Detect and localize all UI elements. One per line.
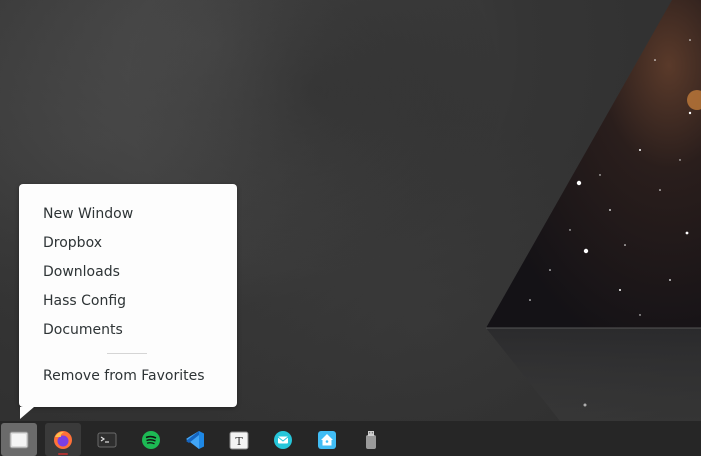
terminal-icon <box>97 432 117 447</box>
dock-vscode-app[interactable] <box>177 423 213 456</box>
usb-drive-icon <box>366 430 376 449</box>
dock-mail-app[interactable] <box>265 423 301 456</box>
firefox-icon <box>54 430 72 449</box>
dock-files-app[interactable] <box>1 423 37 456</box>
mail-icon <box>274 430 292 449</box>
dock-home-assistant-app[interactable] <box>309 423 345 456</box>
desktop-background: New Window Dropbox Downloads Hass Config… <box>0 0 701 456</box>
menu-item-downloads[interactable]: Downloads <box>19 258 237 287</box>
files-icon <box>9 431 29 448</box>
running-indicator <box>58 453 68 455</box>
menu-item-hass-config[interactable]: Hass Config <box>19 287 237 316</box>
dock-usb-drive[interactable] <box>353 423 389 456</box>
spotify-icon <box>142 430 160 449</box>
menu-separator <box>107 353 147 354</box>
dock-spotify-app[interactable] <box>133 423 169 456</box>
menu-pointer-arrow <box>20 407 34 419</box>
menu-item-new-window[interactable]: New Window <box>19 200 237 229</box>
menu-item-documents[interactable]: Documents <box>19 316 237 345</box>
menu-item-remove-from-favorites[interactable]: Remove from Favorites <box>19 362 237 391</box>
vscode-icon <box>186 430 204 449</box>
files-context-menu: New Window Dropbox Downloads Hass Config… <box>19 184 237 419</box>
dock-typora-app[interactable]: T <box>221 423 257 456</box>
svg-text:T: T <box>235 435 243 448</box>
home-assistant-icon <box>318 430 336 449</box>
typora-icon: T <box>229 431 249 449</box>
dock-firefox-app[interactable] <box>45 423 81 456</box>
dock: T <box>0 421 701 456</box>
dock-terminal-app[interactable] <box>89 423 125 456</box>
menu-item-dropbox[interactable]: Dropbox <box>19 229 237 258</box>
